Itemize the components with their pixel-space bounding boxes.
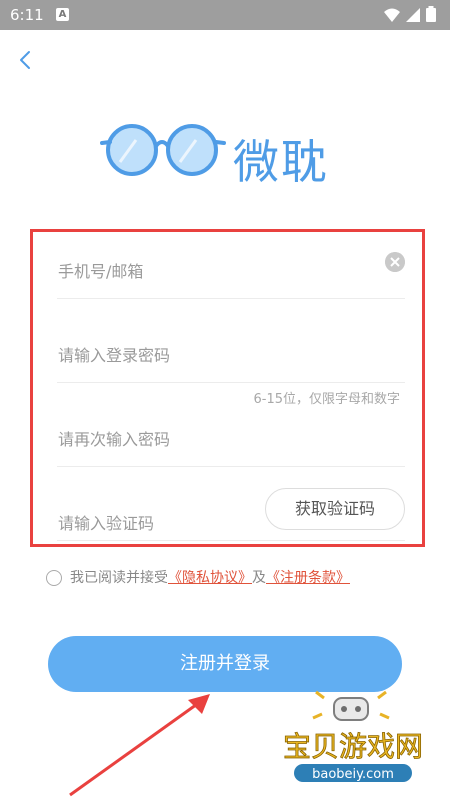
- confirm-divider: [57, 466, 405, 467]
- verification-divider: [57, 540, 405, 541]
- status-time: 6:11: [10, 6, 44, 24]
- status-bar: 6:11 A: [0, 0, 450, 30]
- password-input[interactable]: 请输入登录密码: [58, 342, 170, 366]
- account-input[interactable]: 手机号/邮箱: [58, 258, 143, 282]
- clear-icon[interactable]: [385, 252, 405, 272]
- confirm-password-input[interactable]: 请再次输入密码: [58, 426, 170, 450]
- password-divider: [57, 382, 405, 383]
- watermark-url: baobeiy.com: [312, 767, 394, 782]
- agreement-and: 及: [252, 570, 266, 586]
- agreement-prefix: 我已阅读并接受: [70, 570, 168, 586]
- chevron-left-icon[interactable]: [14, 48, 38, 72]
- battery-icon: [426, 8, 436, 22]
- get-code-button[interactable]: 获取验证码: [265, 488, 405, 530]
- app-logo-text: 微耽: [233, 135, 329, 189]
- agreement-row: 我已阅读并接受《隐私协议》及《注册条款》: [46, 567, 350, 587]
- account-divider: [57, 298, 405, 299]
- signal-icon: [406, 8, 420, 22]
- verification-input[interactable]: 请输入验证码: [58, 510, 154, 534]
- system-icons: [384, 6, 436, 22]
- gamepad-icon: [333, 697, 369, 721]
- agree-radio[interactable]: [46, 570, 62, 586]
- terms-link[interactable]: 《注册条款》: [266, 570, 350, 586]
- register-form: 手机号/邮箱 请输入登录密码 6-15位，仅限字母和数字 请再次输入密码 请输入…: [30, 229, 425, 547]
- annotation-arrow-icon: [69, 694, 210, 797]
- watermark-logo: 宝贝游戏网 baobeiy.com: [283, 690, 423, 782]
- privacy-link[interactable]: 《隐私协议》: [168, 570, 252, 586]
- wifi-icon: [384, 8, 400, 22]
- password-hint: 6-15位，仅限字母和数字: [253, 392, 400, 407]
- register-login-button[interactable]: 注册并登录: [48, 636, 402, 692]
- notification-badge: A: [56, 8, 69, 21]
- watermark-title: 宝贝游戏网: [283, 730, 423, 763]
